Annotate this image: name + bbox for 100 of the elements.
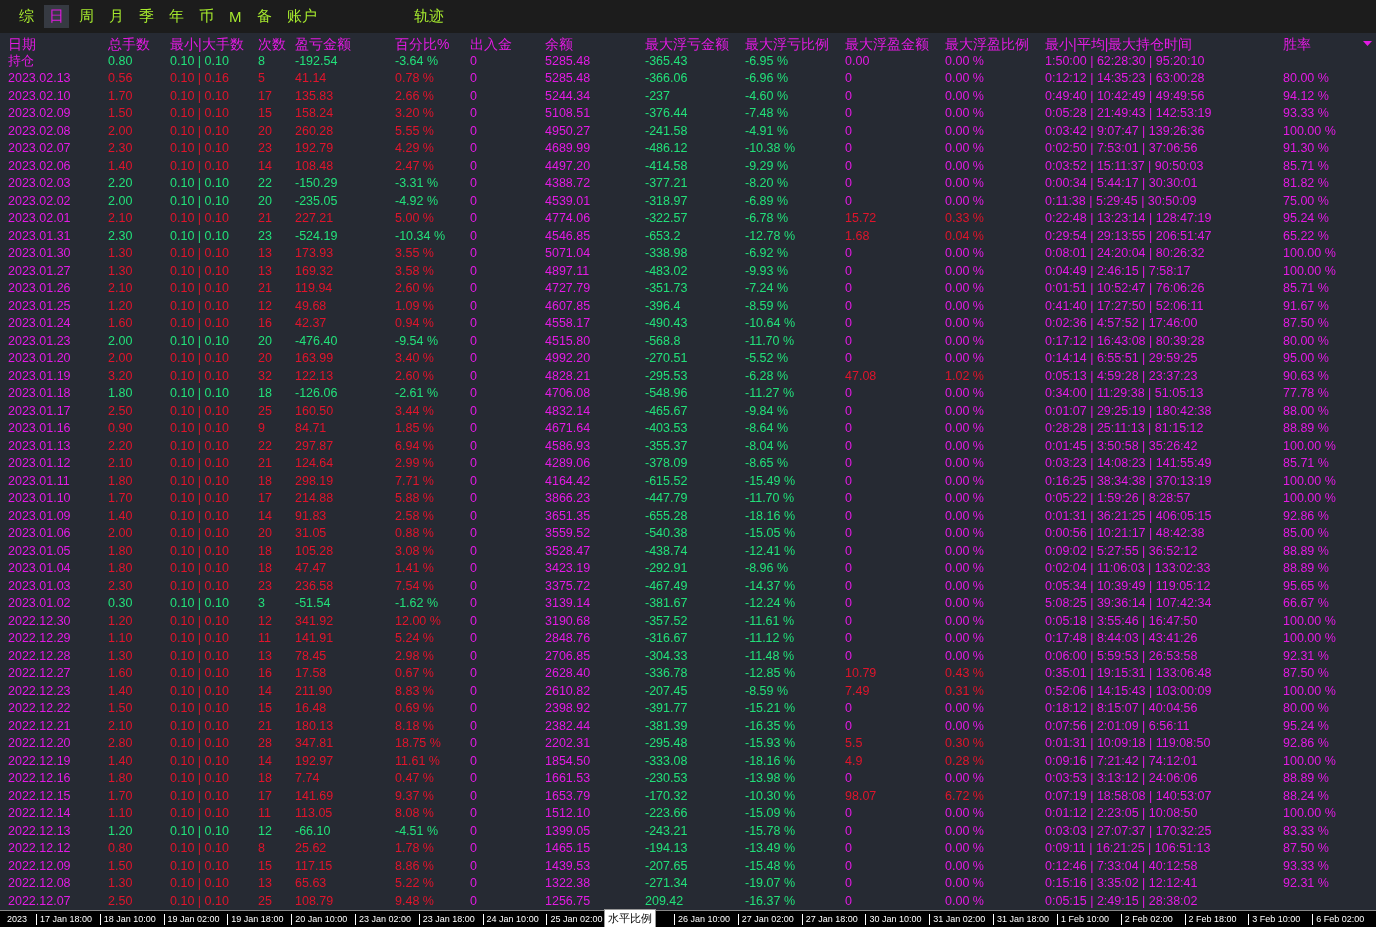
tab[interactable]: 币 xyxy=(194,4,219,28)
table-cell-text: 88.00 % xyxy=(1283,403,1330,419)
table-cell-text: 0.10 | 0.10 xyxy=(170,788,230,804)
table-cell-text: 21 xyxy=(258,281,273,297)
table-cell-text: -4.51 % xyxy=(395,823,440,839)
table-cell-text: 0 xyxy=(470,386,478,402)
table-cell-text: 0.10 | 0.10 xyxy=(170,701,230,717)
table-cell-text: 4706.08 xyxy=(545,386,592,402)
table-cell-text: 297.87 xyxy=(295,438,335,454)
table-cell-text: -396.4 xyxy=(645,298,682,314)
table-cell-text: 0:34:00 | 11:29:38 | 51:05:13 xyxy=(1045,386,1205,402)
table-cell-text: 4689.99 xyxy=(545,141,592,157)
table-cell-text: 4671.64 xyxy=(545,421,592,437)
table-cell-text: -447.79 xyxy=(645,491,689,507)
table-cell-text: 3190.68 xyxy=(545,613,592,629)
table-cell-text: -15.48 % xyxy=(745,858,797,874)
table-cell-text: 141.69 xyxy=(295,788,335,804)
tab[interactable]: 综 xyxy=(14,4,39,28)
tab[interactable]: 年 xyxy=(164,4,189,28)
table-cell-text: 5108.51 xyxy=(545,106,592,122)
table-cell-text: 32 xyxy=(258,368,273,384)
table-cell-text: 100.00 % xyxy=(1283,473,1337,489)
table-cell-text: 2.58 % xyxy=(395,508,435,524)
table-cell-text: 0:02:36 | 4:57:52 | 17:46:00 xyxy=(1045,316,1199,332)
table-cell-text: -9.29 % xyxy=(745,158,790,174)
table-cell-text: 0:09:16 | 7:21:42 | 74:12:01 xyxy=(1045,753,1199,769)
table-cell-text: 0.10 | 0.10 xyxy=(170,281,230,297)
table-cell-text: 8.18 % xyxy=(395,718,435,734)
tab[interactable]: 月 xyxy=(104,4,129,28)
table-cell-text: 5244.34 xyxy=(545,88,592,104)
table-cell-text: 80.00 % xyxy=(1283,71,1330,87)
table-cell-text: 18 xyxy=(258,543,273,559)
axis-label: 19 Jan 18:00 xyxy=(227,913,292,925)
tab[interactable]: 账户 xyxy=(281,4,322,28)
table-cell-text: 0:05:15 | 2:49:15 | 28:38:02 xyxy=(1045,893,1199,909)
table-cell-text: 2023.01.17 xyxy=(8,403,72,419)
table-cell-text: 0.00 % xyxy=(945,456,985,472)
table-cell-text: 1.78 % xyxy=(395,841,435,857)
table-cell-text: 2022.12.19 xyxy=(8,753,72,769)
table-cell-text: 1.20 xyxy=(108,823,134,839)
table-cell-text: 0.00 % xyxy=(945,771,985,787)
table-cell-text: 2022.12.15 xyxy=(8,788,72,804)
table-cell-text: -476.40 xyxy=(295,333,339,349)
table-cell-text: 0.00 % xyxy=(945,526,985,542)
tab[interactable]: 周 xyxy=(74,4,99,28)
tab[interactable]: 轨迹 xyxy=(408,4,449,28)
table-cell-text: -467.49 xyxy=(645,578,689,594)
table-cell-text: 7.71 % xyxy=(395,473,435,489)
table-cell-text: 0.10 | 0.10 xyxy=(170,368,230,384)
table-cell-text: 20 xyxy=(258,526,273,542)
table-cell-text: 0:09:02 | 5:27:55 | 36:52:12 xyxy=(1045,543,1199,559)
table-cell-text: 91.83 xyxy=(295,508,328,524)
table-cell-text: 92.31 % xyxy=(1283,648,1330,664)
tab[interactable]: M xyxy=(224,5,247,27)
table-cell-text: 100.00 % xyxy=(1283,753,1337,769)
table-cell-text: 3.55 % xyxy=(395,246,435,262)
axis-label: 23 Jan 18:00 xyxy=(418,913,483,925)
table-cell-text: -376.44 xyxy=(645,106,689,122)
table-cell-text: 0 xyxy=(845,403,853,419)
table-cell-text: 0 xyxy=(845,473,853,489)
tab[interactable]: 备 xyxy=(251,4,277,28)
axis-label: 27 Jan 02:00 xyxy=(737,913,802,925)
table-cell-text: 88.89 % xyxy=(1283,543,1330,559)
table-cell-text: -524.19 xyxy=(295,228,339,244)
table-cell-text: 5.88 % xyxy=(395,491,435,507)
table-cell-text: -540.38 xyxy=(645,526,689,542)
table-cell-text: 0.00 % xyxy=(945,71,985,87)
table-cell-text: 0.00 % xyxy=(945,141,985,157)
table-cell-text: 0.00 % xyxy=(945,841,985,857)
table-cell-text: -15.05 % xyxy=(745,526,797,542)
tab[interactable]: 季 xyxy=(134,4,159,28)
table-cell-text: 2.20 xyxy=(108,438,134,454)
table-cell-text: 21 xyxy=(258,211,273,227)
table-cell-text: 0 xyxy=(470,631,478,647)
table-cell-text: 0 xyxy=(470,88,478,104)
table-cell-text: 0.00 % xyxy=(945,701,985,717)
axis-label: 24 Jan 10:00 xyxy=(482,913,547,925)
table-cell-text: 65.63 xyxy=(295,876,328,892)
table-cell-text: 0:22:48 | 13:23:14 | 128:47:19 xyxy=(1045,211,1213,227)
table-cell-text: -8.59 % xyxy=(745,683,790,699)
table-cell-text: 0 xyxy=(470,403,478,419)
table-cell-text: 2.50 xyxy=(108,403,134,419)
table-cell-text: 12 xyxy=(258,613,273,629)
table-cell-text: -7.48 % xyxy=(745,106,790,122)
table-cell-text: 0.00 % xyxy=(945,473,985,489)
table-cell-text: 0 xyxy=(845,421,853,437)
dropdown-triangle-icon[interactable] xyxy=(1363,40,1372,46)
table-cell-text: 0:08:01 | 24:20:04 | 80:26:32 xyxy=(1045,246,1206,262)
table-cell-text: 0 xyxy=(845,123,853,139)
table-cell-text: 2022.12.16 xyxy=(8,771,72,787)
table-cell-text: -295.53 xyxy=(645,368,689,384)
table-cell-text: 5285.48 xyxy=(545,53,592,69)
table-cell-text: 108.79 xyxy=(295,893,335,909)
table-cell-text: 0.10 | 0.10 xyxy=(170,456,230,472)
table-cell-text: -304.33 xyxy=(645,648,689,664)
table-cell-text: 0 xyxy=(845,631,853,647)
table-cell-text: 0 xyxy=(470,491,478,507)
table-cell-text: 1.80 xyxy=(108,473,134,489)
table-cell-text: 0:17:48 | 8:44:03 | 43:41:26 xyxy=(1045,631,1199,647)
table-cell-text: 5.24 % xyxy=(395,631,435,647)
